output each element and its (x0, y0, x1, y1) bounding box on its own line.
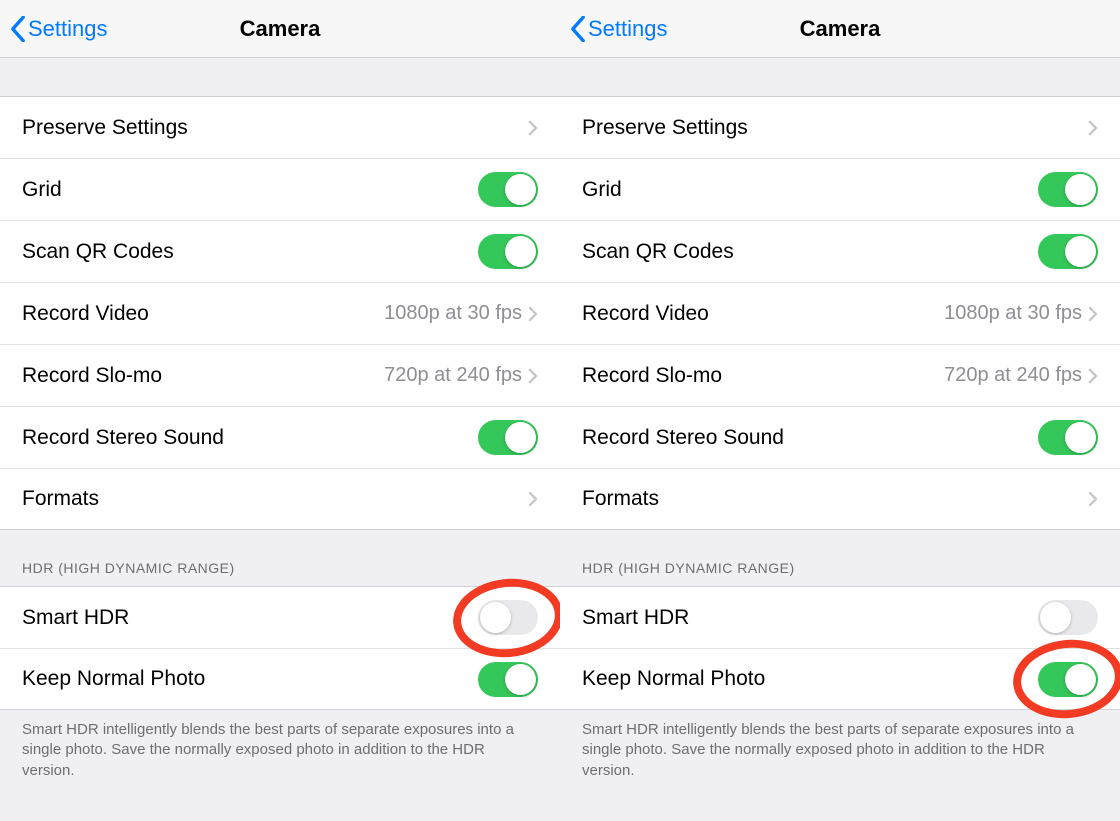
toggle-scan-qr[interactable] (478, 234, 538, 269)
section-gap (0, 58, 560, 96)
toggle-keep-normal-photo[interactable] (478, 662, 538, 697)
row-label: Record Video (22, 302, 149, 326)
row-label: Formats (22, 487, 99, 511)
row-label: Smart HDR (22, 606, 129, 630)
back-label: Settings (28, 16, 108, 42)
row-label: Record Video (582, 302, 709, 326)
row-label: Grid (582, 178, 622, 202)
toggle-grid[interactable] (1038, 172, 1098, 207)
row-value: 720p at 240 fps (944, 364, 1082, 387)
row-value: 1080p at 30 fps (384, 302, 522, 325)
chevron-right-icon (528, 306, 538, 322)
chevron-left-icon (570, 16, 586, 42)
toggle-smart-hdr[interactable] (478, 600, 538, 635)
toggle-stereo[interactable] (1038, 420, 1098, 455)
row-record-slomo[interactable]: Record Slo-mo 720p at 240 fps (560, 344, 1120, 406)
row-formats[interactable]: Formats (560, 468, 1120, 530)
back-button[interactable]: Settings (570, 0, 668, 58)
row-smart-hdr[interactable]: Smart HDR (0, 586, 560, 648)
back-button[interactable]: Settings (10, 0, 108, 58)
settings-group-hdr: Smart HDR Keep Normal Photo (560, 586, 1120, 710)
row-value: 1080p at 30 fps (944, 302, 1082, 325)
row-label: Record Slo-mo (582, 364, 722, 388)
page-title: Camera (240, 16, 321, 42)
section-header-hdr: HDR (HIGH DYNAMIC RANGE) (560, 530, 1120, 586)
row-label: Preserve Settings (22, 116, 188, 140)
row-label: Keep Normal Photo (582, 667, 765, 691)
row-label: Record Slo-mo (22, 364, 162, 388)
toggle-stereo[interactable] (478, 420, 538, 455)
row-label: Grid (22, 178, 62, 202)
row-preserve-settings[interactable]: Preserve Settings (0, 96, 560, 158)
left-screenshot: Settings Camera Preserve Settings Grid S… (0, 0, 560, 821)
chevron-right-icon (528, 120, 538, 136)
row-record-video[interactable]: Record Video 1080p at 30 fps (560, 282, 1120, 344)
row-label: Formats (582, 487, 659, 511)
settings-group-main: Preserve Settings Grid Scan QR Codes Rec… (0, 96, 560, 530)
settings-group-hdr: Smart HDR Keep Normal Photo (0, 586, 560, 710)
row-preserve-settings[interactable]: Preserve Settings (560, 96, 1120, 158)
row-scan-qr[interactable]: Scan QR Codes (0, 220, 560, 282)
row-smart-hdr[interactable]: Smart HDR (560, 586, 1120, 648)
row-label: Record Stereo Sound (22, 426, 224, 450)
back-label: Settings (588, 16, 668, 42)
row-label: Keep Normal Photo (22, 667, 205, 691)
row-formats[interactable]: Formats (0, 468, 560, 530)
chevron-right-icon (1088, 120, 1098, 136)
row-record-video[interactable]: Record Video 1080p at 30 fps (0, 282, 560, 344)
chevron-right-icon (1088, 491, 1098, 507)
row-keep-normal-photo[interactable]: Keep Normal Photo (0, 648, 560, 710)
row-keep-normal-photo[interactable]: Keep Normal Photo (560, 648, 1120, 710)
settings-group-main: Preserve Settings Grid Scan QR Codes Rec… (560, 96, 1120, 530)
page-title: Camera (800, 16, 881, 42)
row-label: Smart HDR (582, 606, 689, 630)
chevron-left-icon (10, 16, 26, 42)
chevron-right-icon (528, 368, 538, 384)
section-footer-hdr: Smart HDR intelligently blends the best … (0, 710, 560, 795)
chevron-right-icon (1088, 368, 1098, 384)
row-grid[interactable]: Grid (560, 158, 1120, 220)
toggle-keep-normal-photo[interactable] (1038, 662, 1098, 697)
row-label: Scan QR Codes (582, 240, 734, 264)
row-scan-qr[interactable]: Scan QR Codes (560, 220, 1120, 282)
nav-bar: Settings Camera (0, 0, 560, 58)
row-label: Scan QR Codes (22, 240, 174, 264)
section-footer-hdr: Smart HDR intelligently blends the best … (560, 710, 1120, 795)
chevron-right-icon (1088, 306, 1098, 322)
row-record-stereo[interactable]: Record Stereo Sound (0, 406, 560, 468)
row-value: 720p at 240 fps (384, 364, 522, 387)
toggle-smart-hdr[interactable] (1038, 600, 1098, 635)
section-gap (560, 58, 1120, 96)
row-label: Record Stereo Sound (582, 426, 784, 450)
row-record-slomo[interactable]: Record Slo-mo 720p at 240 fps (0, 344, 560, 406)
right-screenshot: Settings Camera Preserve Settings Grid S… (560, 0, 1120, 821)
row-grid[interactable]: Grid (0, 158, 560, 220)
row-label: Preserve Settings (582, 116, 748, 140)
nav-bar: Settings Camera (560, 0, 1120, 58)
chevron-right-icon (528, 491, 538, 507)
toggle-grid[interactable] (478, 172, 538, 207)
row-record-stereo[interactable]: Record Stereo Sound (560, 406, 1120, 468)
toggle-scan-qr[interactable] (1038, 234, 1098, 269)
section-header-hdr: HDR (HIGH DYNAMIC RANGE) (0, 530, 560, 586)
